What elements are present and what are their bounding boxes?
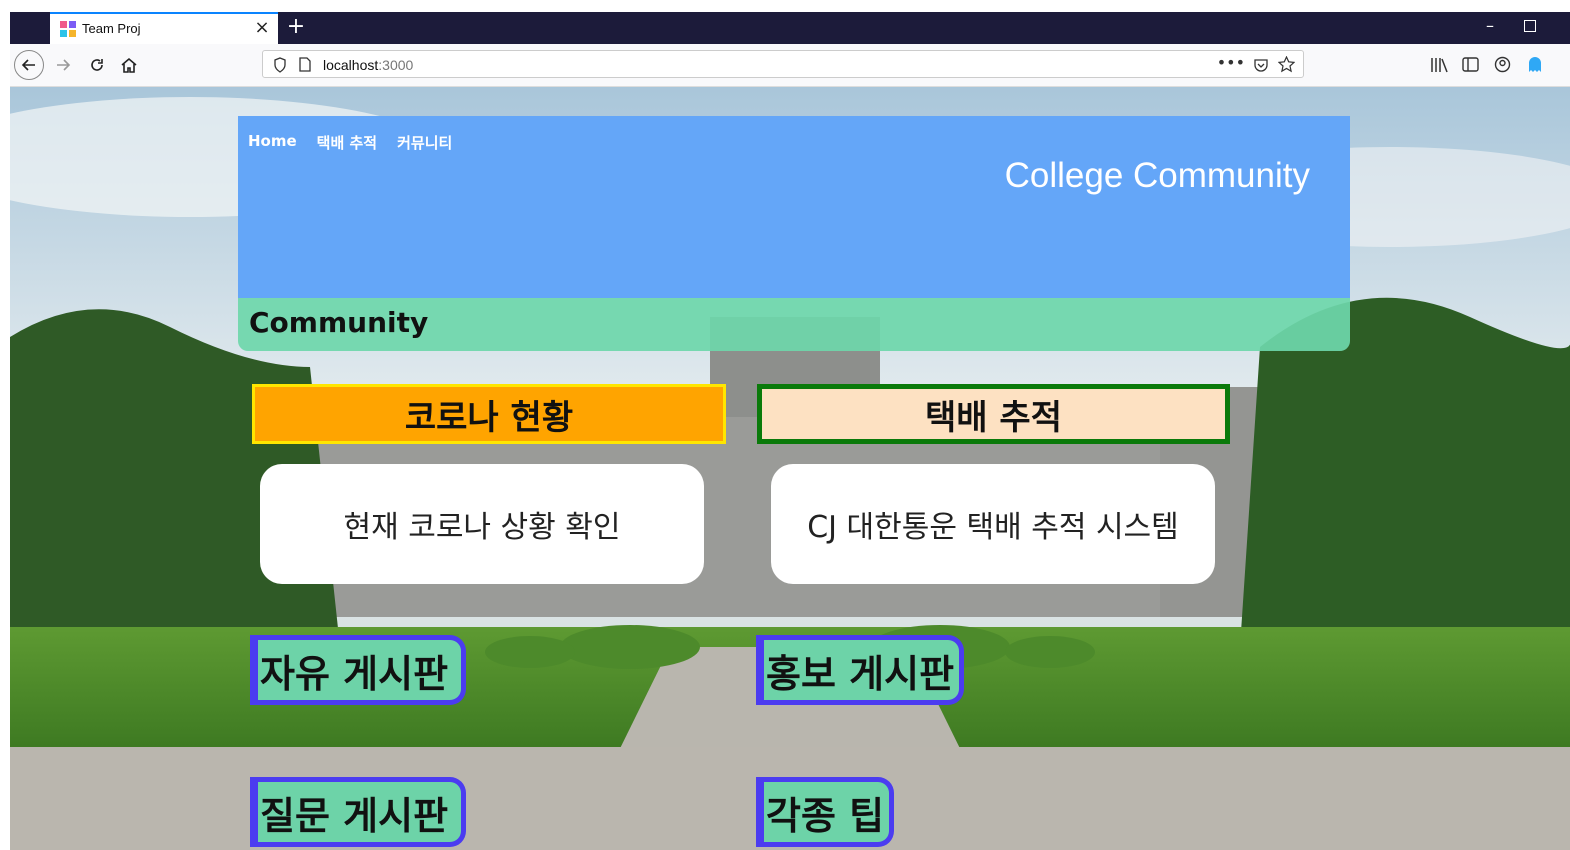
address-bar[interactable]: localhost:3000 ••• — [262, 50, 1304, 78]
reload-button[interactable] — [82, 50, 112, 80]
app-favicon-icon — [60, 21, 76, 37]
tips-board-button[interactable]: 각종 팁 — [756, 777, 894, 847]
covid-status-heading[interactable]: 코로나 현황 — [252, 384, 726, 444]
site-header: Home 택배 추적 커뮤니티 College Community — [238, 116, 1350, 298]
site-title: College Community — [1004, 156, 1310, 195]
back-button[interactable] — [14, 50, 44, 80]
promo-board-button[interactable]: 홍보 게시판 — [756, 635, 964, 705]
account-icon[interactable] — [1494, 56, 1511, 73]
bookmark-star-icon[interactable] — [1278, 56, 1295, 73]
url-port: :3000 — [378, 57, 414, 73]
free-board-button[interactable]: 자유 게시판 — [250, 635, 466, 705]
community-label: Community — [249, 306, 429, 339]
extension-ghost-icon[interactable] — [1527, 56, 1543, 74]
navigation-toolbar: localhost:3000 ••• — [10, 44, 1570, 87]
nav-link-community[interactable]: 커뮤니티 — [397, 132, 452, 153]
forward-button[interactable] — [48, 50, 78, 80]
arrow-right-icon — [57, 59, 71, 71]
page-icon — [299, 57, 311, 72]
library-icon[interactable] — [1430, 57, 1448, 73]
arrow-left-icon — [21, 59, 35, 71]
minimize-window-button[interactable]: – — [1486, 16, 1494, 35]
url-host: localhost — [323, 57, 379, 73]
site-nav: Home 택배 추적 커뮤니티 — [248, 132, 452, 153]
tab-bar: Team Proj × + – — [10, 12, 1570, 44]
new-tab-button[interactable]: + — [284, 14, 308, 40]
covid-status-card[interactable]: 현재 코로나 상황 확인 — [260, 464, 704, 584]
sidebar-icon[interactable] — [1462, 57, 1479, 72]
close-tab-icon[interactable]: × — [252, 18, 272, 38]
parcel-tracking-card[interactable]: CJ 대한통운 택배 추적 시스템 — [771, 464, 1215, 584]
more-actions-icon[interactable]: ••• — [1217, 53, 1245, 72]
shield-icon[interactable] — [273, 57, 287, 73]
browser-tab[interactable]: Team Proj × — [50, 12, 278, 44]
community-section-header: Community — [238, 298, 1350, 351]
pocket-icon[interactable] — [1253, 57, 1269, 73]
nav-link-parcel-tracking[interactable]: 택배 추적 — [317, 132, 377, 153]
tab-title: Team Proj — [82, 21, 141, 36]
qna-board-button[interactable]: 질문 게시판 — [250, 777, 466, 847]
url-text: localhost:3000 — [323, 57, 413, 73]
window-top-edge — [0, 0, 1570, 12]
home-button[interactable] — [114, 50, 144, 80]
nav-link-home[interactable]: Home — [248, 132, 297, 153]
maximize-window-button[interactable] — [1524, 20, 1536, 32]
parcel-tracking-heading[interactable]: 택배 추적 — [757, 384, 1230, 444]
page-viewport: Home 택배 추적 커뮤니티 College Community Commun… — [10, 87, 1570, 850]
home-icon — [121, 57, 137, 73]
reload-icon — [91, 59, 103, 71]
